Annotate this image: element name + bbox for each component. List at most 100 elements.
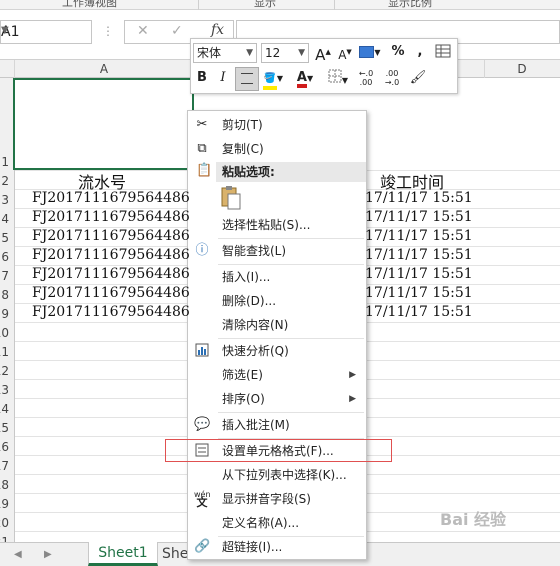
- fill-color-button[interactable]: 🪣▼: [261, 69, 285, 90]
- format-painter-icon[interactable]: 🖌: [407, 69, 429, 89]
- drag-handle-icon[interactable]: ⋮: [102, 24, 114, 38]
- bold-button[interactable]: B: [194, 69, 210, 89]
- menu-item-hyperlink[interactable]: 🔗 超链接(I)...: [188, 535, 366, 559]
- row-header[interactable]: 15: [0, 417, 15, 437]
- percent-button[interactable]: %: [389, 43, 407, 63]
- column-header-a[interactable]: A: [14, 60, 195, 78]
- menu-item-cut[interactable]: ✂ 剪切(T): [188, 113, 366, 137]
- ribbon-group-workbook-views: 工作簿视图: [62, 0, 117, 9]
- cancel-icon[interactable]: ✕: [137, 23, 149, 39]
- paste-button[interactable]: [220, 185, 242, 211]
- row-header[interactable]: 16: [0, 436, 15, 456]
- row-header[interactable]: 19: [0, 493, 15, 513]
- chevron-down-icon: ▼: [246, 48, 253, 58]
- row-header[interactable]: 9: [0, 303, 15, 323]
- shrink-font-button[interactable]: A▼: [337, 43, 353, 63]
- menu-item-delete[interactable]: 删除(D)...: [188, 289, 366, 313]
- menu-label: 插入批注(M): [222, 418, 290, 432]
- row-header[interactable]: 10: [0, 322, 15, 342]
- format-painter-table-icon[interactable]: [433, 43, 453, 63]
- tab-scroll-left-icon[interactable]: ◀: [14, 549, 22, 560]
- row-number: 13: [0, 383, 9, 397]
- tab-sheet1[interactable]: Sheet1: [88, 542, 158, 566]
- row-header[interactable]: 18: [0, 474, 15, 494]
- menu-item-phonetic[interactable]: wén 文 显示拼音字段(S): [188, 487, 366, 511]
- row-header[interactable]: 4: [0, 208, 15, 228]
- ribbon-group-show: 显示: [254, 0, 276, 9]
- cell-serial-number[interactable]: FJ2017111679564486: [32, 209, 190, 225]
- grow-font-button[interactable]: A▲: [315, 43, 331, 64]
- cell-completion-time[interactable]: 17/11/17 15:51: [365, 190, 473, 206]
- font-size-select[interactable]: 12 ▼: [261, 43, 309, 63]
- ribbon-group-labels: 工作簿视图 显示 显示比例: [0, 0, 560, 10]
- insert-function-icon[interactable]: fx: [211, 22, 224, 38]
- menu-item-insert[interactable]: 插入(I)...: [188, 265, 366, 289]
- menu-item-clear-contents[interactable]: 清除内容(N): [188, 313, 366, 337]
- menu-item-copy[interactable]: ⧉ 复制(C): [188, 137, 366, 161]
- comma-button[interactable]: ,: [413, 43, 427, 63]
- borders-button[interactable]: ▼: [325, 69, 351, 89]
- row-header[interactable]: 2: [0, 170, 15, 190]
- name-box[interactable]: A1 ▼: [0, 20, 92, 44]
- decrease-decimal-button[interactable]: .00 →.0: [381, 69, 403, 89]
- row-header[interactable]: 11: [0, 341, 15, 361]
- cell-completion-time[interactable]: 17/11/17 15:51: [365, 209, 473, 225]
- menu-item-pick-from-list[interactable]: 从下拉列表中选择(K)...: [188, 463, 366, 487]
- cell-serial-number[interactable]: FJ2017111679564486: [32, 266, 190, 282]
- font-name-select[interactable]: 宋体 ▼: [193, 43, 257, 63]
- select-all-corner[interactable]: [0, 60, 15, 78]
- menu-item-filter[interactable]: 筛选(E) ▶: [188, 363, 366, 387]
- row-header[interactable]: 17: [0, 455, 15, 475]
- cell-completion-time[interactable]: 17/11/17 15:51: [365, 247, 473, 263]
- row-number: 16: [0, 440, 9, 454]
- cell-completion-time[interactable]: 17/11/17 15:51: [365, 228, 473, 244]
- highlight-box: [165, 439, 392, 462]
- menu-item-paste-special[interactable]: 选择性粘贴(S)...: [188, 213, 366, 237]
- cell-serial-number[interactable]: FJ2017111679564486: [32, 228, 190, 244]
- row-header[interactable]: 3: [0, 189, 15, 209]
- row-number: 14: [0, 402, 9, 416]
- menu-label: 智能查找(L): [222, 244, 287, 258]
- cell-completion-time[interactable]: 17/11/17 15:51: [365, 304, 473, 320]
- row-header[interactable]: 13: [0, 379, 15, 399]
- cell-serial-number[interactable]: FJ2017111679564486: [32, 190, 190, 206]
- font-color-icon: A: [296, 71, 307, 88]
- menu-item-smart-lookup[interactable]: ⓘ 智能查找(L): [188, 239, 366, 263]
- row-header[interactable]: 14: [0, 398, 15, 418]
- row-number: 5: [1, 231, 9, 245]
- menu-item-define-name[interactable]: 定义名称(A)...: [188, 511, 366, 535]
- row-header[interactable]: 7: [0, 265, 15, 285]
- chevron-down-icon[interactable]: ▼: [1, 25, 87, 36]
- menu-item-insert-comment[interactable]: 💬 插入批注(M): [188, 413, 366, 437]
- menu-label: 清除内容(N): [222, 318, 289, 332]
- font-color-button[interactable]: A▼: [291, 69, 319, 89]
- cell-serial-number[interactable]: FJ2017111679564486: [32, 285, 190, 301]
- row-header[interactable]: 20: [0, 512, 15, 532]
- cell-completion-time[interactable]: 17/11/17 15:51: [365, 266, 473, 282]
- font-name-value: 宋体: [197, 46, 222, 60]
- cell-completion-time[interactable]: 17/11/17 15:51: [365, 285, 473, 301]
- row-header[interactable]: 6: [0, 246, 15, 266]
- center-align-button[interactable]: [235, 67, 259, 91]
- menu-item-sort[interactable]: 排序(O) ▶: [188, 387, 366, 411]
- italic-button[interactable]: I: [216, 69, 230, 89]
- cell-serial-number[interactable]: FJ2017111679564486: [32, 304, 190, 320]
- accounting-format-button[interactable]: ▼: [357, 43, 383, 63]
- menu-label: 粘贴选项:: [222, 165, 275, 179]
- row-header[interactable]: 5: [0, 227, 15, 247]
- menu-label: 插入(I)...: [222, 270, 271, 284]
- column-header-d[interactable]: D: [484, 60, 560, 78]
- enter-icon[interactable]: ✓: [171, 23, 183, 39]
- row-number: 12: [0, 364, 9, 378]
- watermark: Bai 经验: [440, 510, 507, 529]
- font-size-value: 12: [265, 46, 281, 60]
- cell-serial-number[interactable]: FJ2017111679564486: [32, 247, 190, 263]
- increase-decimal-button[interactable]: ←.0.00: [355, 69, 377, 89]
- tab-scroll-right-icon[interactable]: ▶: [44, 549, 52, 560]
- menu-label: 筛选(E): [222, 368, 263, 382]
- row-header[interactable]: 12: [0, 360, 15, 380]
- row-header[interactable]: 8: [0, 284, 15, 304]
- borders-icon: [328, 69, 342, 83]
- menu-item-quick-analysis[interactable]: 快速分析(Q): [188, 339, 366, 363]
- menu-label: 选择性粘贴(S)...: [222, 218, 311, 232]
